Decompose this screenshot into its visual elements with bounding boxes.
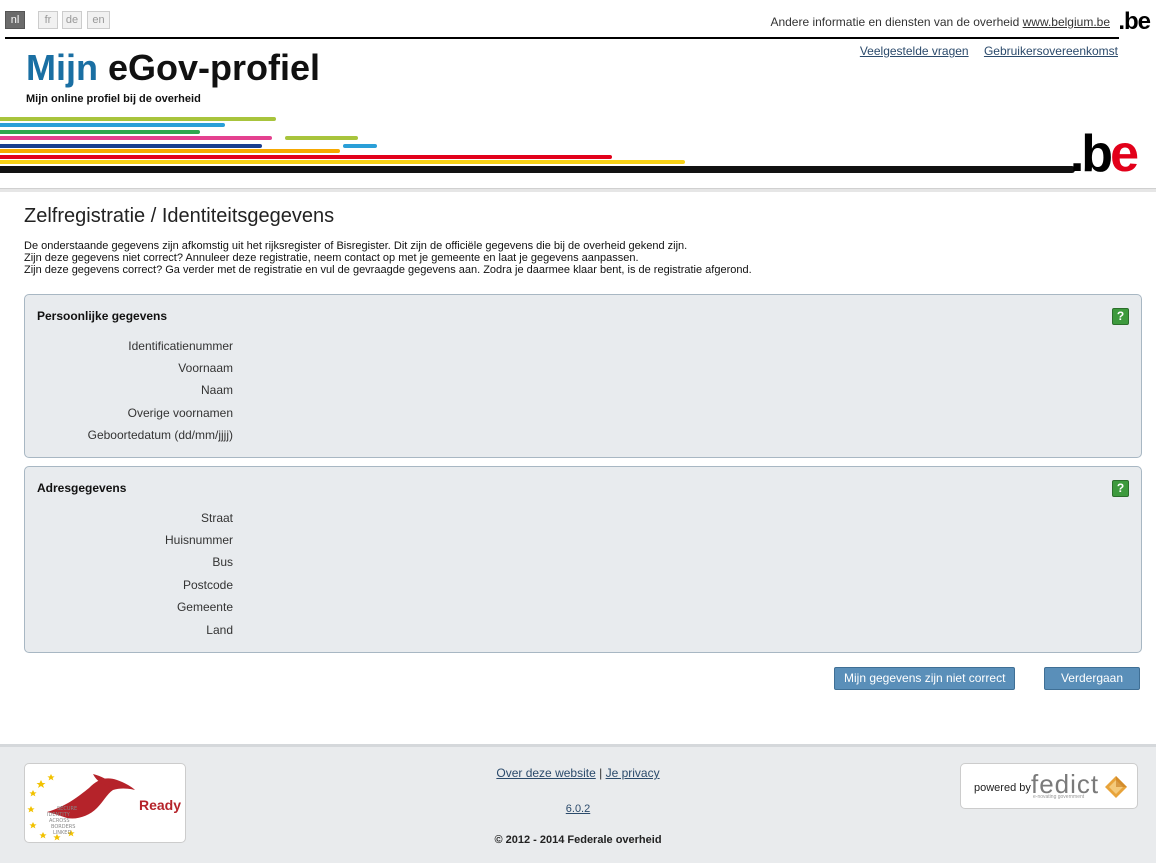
field-label-bus: Bus — [212, 555, 233, 569]
be-logo-b: .b — [1069, 125, 1113, 183]
gov-info: Andere informatie en diensten van de ove… — [770, 15, 1110, 29]
address-data-title: Adresgegevens — [37, 481, 127, 495]
fedict-logo-box[interactable]: powered by fedict e-novating government — [960, 763, 1138, 809]
app-title-first: Mijn — [26, 47, 98, 88]
stripe-lime-1 — [0, 117, 276, 121]
terms-link[interactable]: Gebruikersovereenkomst — [984, 44, 1118, 58]
be-logo-large: .be — [1069, 125, 1139, 183]
lang-en[interactable]: en — [87, 11, 110, 29]
intro-text: De onderstaande gegevens zijn afkomstig … — [24, 240, 752, 276]
field-label-other-names: Overige voornamen — [127, 406, 233, 420]
fedict-logo-icon — [1105, 776, 1127, 798]
gov-info-text: Andere informatie en diensten van de ove… — [770, 15, 1020, 29]
stripe-yellow — [0, 160, 685, 164]
field-label-postcode: Postcode — [182, 578, 233, 592]
header-stripes — [0, 114, 1156, 178]
lang-nl[interactable]: nl — [5, 11, 25, 29]
intro-line-1: De onderstaande gegevens zijn afkomstig … — [24, 240, 688, 252]
stripe-green — [0, 130, 200, 134]
be-logo-e: e — [1110, 125, 1139, 183]
help-icon[interactable]: ? — [1112, 308, 1129, 325]
page-title: Zelfregistratie / Identiteitsgegevens — [24, 205, 335, 227]
stripe-red — [0, 155, 612, 159]
about-link[interactable]: Over deze website — [496, 766, 595, 780]
belgium-link[interactable]: www.belgium.be — [1023, 15, 1110, 29]
fedict-tagline: e-novating government — [1033, 794, 1085, 800]
lang-de[interactable]: de — [62, 11, 82, 29]
address-data-panel: Adresgegevens ? Straat Huisnummer Bus Po… — [24, 466, 1142, 653]
app-title[interactable]: Mijn eGov-profiel — [26, 48, 320, 88]
stripe-blue-1 — [0, 123, 225, 127]
field-label-id: Identificatienummer — [128, 339, 233, 353]
powered-by-label: powered by — [974, 782, 1031, 794]
faq-link[interactable]: Veelgestelde vragen — [860, 44, 969, 58]
be-logo-small[interactable]: .be — [1118, 10, 1151, 34]
stripe-pink — [0, 136, 272, 140]
stripe-navy — [0, 144, 262, 148]
copyright: © 2012 - 2014 Federale overheid — [494, 834, 662, 846]
top-divider — [5, 37, 1119, 39]
version-link[interactable]: 6.0.2 — [566, 803, 590, 815]
intro-line-2: Zijn deze gegevens niet correct? Annulee… — [24, 252, 639, 264]
help-icon[interactable]: ? — [1112, 480, 1129, 497]
next-button[interactable]: Verdergaan — [1044, 667, 1140, 690]
field-label-firstname: Voornaam — [178, 361, 233, 375]
field-label-lastname: Naam — [200, 383, 233, 397]
field-label-municipality: Gemeente — [176, 600, 233, 614]
field-label-country: Land — [206, 623, 233, 637]
field-label-house-number: Huisnummer — [164, 533, 233, 547]
footer-separator: | — [599, 766, 603, 780]
field-label-street: Straat — [200, 511, 233, 525]
not-correct-button[interactable]: Mijn gegevens zijn niet correct — [834, 667, 1016, 690]
stripe-orange — [0, 149, 340, 153]
stripe-black — [0, 166, 1075, 173]
personal-data-panel: Persoonlijke gegevens ? Identificatienum… — [24, 294, 1142, 458]
stripe-lime-2 — [285, 136, 358, 140]
top-bar: nl fr de en Andere informatie en dienste… — [0, 0, 1156, 40]
header-links: Veelgestelde vragen Gebruikersovereenkom… — [848, 44, 1118, 58]
footer: SECURE IDENTITY ACROSS BORDERS LINKED Re… — [0, 744, 1156, 863]
personal-data-title: Persoonlijke gegevens — [37, 309, 168, 323]
header-divider — [0, 188, 1156, 192]
field-label-birthdate: Geboortedatum (dd/mm/jjjj) — [87, 428, 233, 442]
privacy-link[interactable]: Je privacy — [606, 766, 660, 780]
lang-fr[interactable]: fr — [38, 11, 58, 29]
intro-line-3: Zijn deze gegevens correct? Ga verder me… — [24, 264, 752, 276]
app-title-rest: eGov-profiel — [108, 47, 321, 88]
stripe-blue-2 — [343, 144, 377, 148]
app-subtitle: Mijn online profiel bij de overheid — [26, 93, 201, 105]
